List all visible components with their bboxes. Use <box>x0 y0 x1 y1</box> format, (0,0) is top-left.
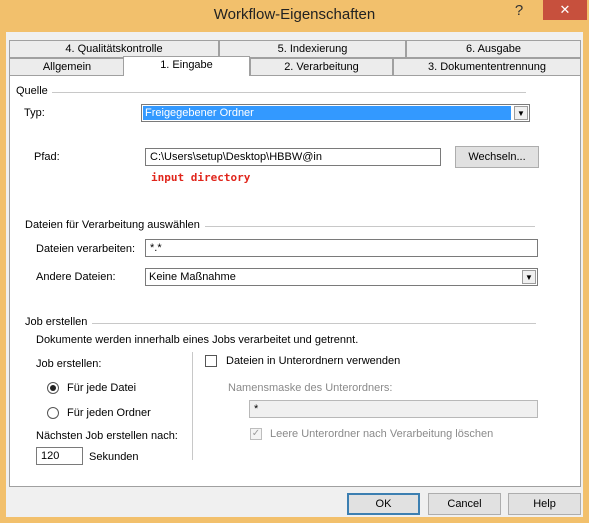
ok-button[interactable]: OK <box>347 493 420 515</box>
delete-empty-label[interactable]: Leere Unterordner nach Verarbeitung lösc… <box>270 428 493 440</box>
radio-each-file-label[interactable]: Für jede Datei <box>67 382 136 394</box>
tab-ausgabe[interactable]: 6. Ausgabe <box>406 40 581 58</box>
radio-each-folder-label[interactable]: Für jeden Ordner <box>67 407 151 419</box>
tab-dokumententrennung[interactable]: 3. Dokumententrennung <box>393 58 581 76</box>
path-input[interactable]: C:\Users\setup\Desktop\HBBW@in <box>145 148 441 166</box>
next-job-label: Nächsten Job erstellen nach: <box>36 430 178 442</box>
window-frame-bottom <box>0 517 589 523</box>
chevron-down-icon[interactable]: ▼ <box>514 106 528 120</box>
seconds-input[interactable]: 120 <box>36 447 83 465</box>
seconds-unit: Sekunden <box>89 451 139 463</box>
create-job-label: Job erstellen: <box>36 358 102 370</box>
help-icon[interactable]: ? <box>508 2 530 22</box>
section-dateien: Dateien für Verarbeitung auswählen <box>25 219 200 231</box>
radio-dot <box>50 385 56 391</box>
browse-button[interactable]: Wechseln... <box>455 146 539 168</box>
type-select[interactable]: Freigegebener Ordner ▼ <box>141 104 530 122</box>
path-label: Pfad: <box>34 151 60 163</box>
close-icon[interactable]: ✕ <box>543 0 587 20</box>
tab-verarbeitung[interactable]: 2. Verarbeitung <box>250 58 393 76</box>
process-files-label: Dateien verarbeiten: <box>36 243 136 255</box>
radio-each-file[interactable] <box>47 382 59 394</box>
window-frame-left <box>0 32 6 523</box>
tab-allgemein[interactable]: Allgemein <box>9 58 125 76</box>
type-label: Typ: <box>24 107 45 119</box>
section-job: Job erstellen <box>25 316 88 328</box>
mask-input[interactable]: * <box>249 400 538 418</box>
divider-job <box>92 323 536 324</box>
input-directory-annotation: input directory <box>151 171 251 184</box>
other-files-value: Keine Maßnahme <box>149 271 236 283</box>
help-button[interactable]: Help <box>508 493 581 515</box>
window-frame-right <box>583 32 589 523</box>
process-files-input[interactable]: *.* <box>145 239 538 257</box>
tab-eingabe[interactable]: 1. Eingabe <box>123 56 250 76</box>
other-files-label: Andere Dateien: <box>36 271 116 283</box>
subfolders-label[interactable]: Dateien in Unterordnern verwenden <box>226 355 400 367</box>
divider-quelle <box>52 92 526 93</box>
type-select-value: Freigegebener Ordner <box>143 106 511 120</box>
window-title: Workflow-Eigenschaften <box>213 6 376 23</box>
radio-each-folder[interactable] <box>47 407 59 419</box>
cancel-button[interactable]: Cancel <box>428 493 501 515</box>
mask-label: Namensmaske des Unterordners: <box>228 382 393 394</box>
divider-dateien <box>205 226 535 227</box>
job-description: Dokumente werden innerhalb eines Jobs ve… <box>36 334 359 346</box>
subfolders-checkbox[interactable] <box>205 355 217 367</box>
chevron-down-icon[interactable]: ▼ <box>522 270 536 284</box>
delete-empty-checkbox[interactable]: ✓ <box>250 428 262 440</box>
job-divider-vertical <box>192 352 193 460</box>
other-files-select[interactable]: Keine Maßnahme ▼ <box>145 268 538 286</box>
section-quelle: Quelle <box>16 85 48 97</box>
